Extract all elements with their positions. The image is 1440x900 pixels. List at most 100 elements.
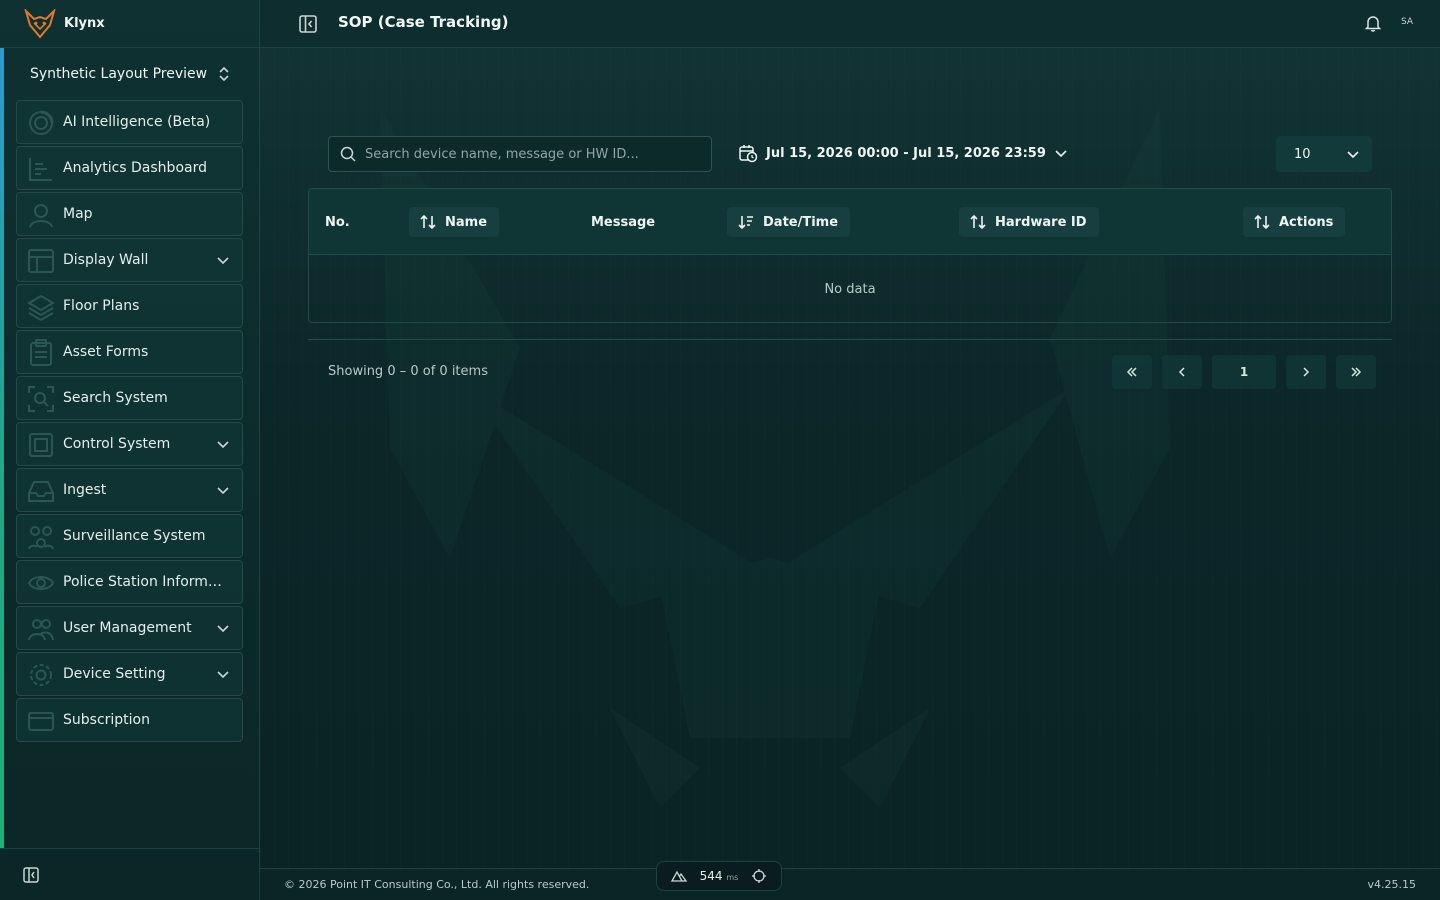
sidebar-item-police-station-informati[interactable]: Police Station Informati... (16, 560, 243, 604)
column-actions-label: Actions (1279, 214, 1334, 230)
sidebar-nav: AI Intelligence (Beta) Analytics Dashboar… (16, 100, 243, 744)
card-icon (28, 712, 54, 731)
crosshair-icon[interactable] (751, 868, 767, 884)
current-page-button[interactable]: 1 (1212, 355, 1276, 389)
table-header: No. Name Message Date/Time Hardware ID A… (309, 189, 1391, 255)
column-datetime-label: Date/Time (763, 214, 839, 230)
sidebar-item-map[interactable]: Map (16, 192, 243, 236)
collapse-sidebar-icon[interactable] (22, 866, 40, 884)
clipboard-icon (30, 339, 52, 366)
sidebar-item-label: Map (63, 206, 93, 222)
column-message: Message (591, 207, 655, 237)
column-no-label: No. (325, 214, 350, 230)
chevrons-right-icon (1351, 367, 1362, 377)
bell-icon[interactable] (1364, 14, 1382, 32)
sidebar-item-label: Surveillance System (63, 528, 206, 544)
chevron-down-icon (217, 487, 229, 495)
sidebar-item-surveillance-system[interactable]: Surveillance System (16, 514, 243, 558)
sidebar-item-label: Subscription (63, 712, 150, 728)
sidebar-item-label: Police Station Informati... (63, 574, 230, 590)
sidebar-item-asset-forms[interactable]: Asset Forms (16, 330, 243, 374)
pagination: 1 (1112, 355, 1386, 389)
chart-icon (29, 158, 52, 181)
page-size-value: 10 (1294, 146, 1311, 162)
column-hardware-id[interactable]: Hardware ID (959, 207, 1099, 237)
sort-icon (970, 214, 986, 230)
user-map-icon (29, 204, 53, 228)
sidebar-item-label: Search System (63, 390, 168, 406)
workspace-label: Synthetic Layout Preview (30, 66, 208, 82)
sidebar-item-label: Asset Forms (63, 344, 149, 360)
sort-icon (1254, 214, 1270, 230)
app-version: v4.25.15 (1367, 878, 1417, 891)
sort-icon (420, 214, 436, 230)
date-range-picker[interactable]: Jul 15, 2026 00:00 - Jul 15, 2026 23:59 (738, 143, 1068, 163)
sidebar-item-label: Analytics Dashboard (63, 160, 207, 176)
last-page-button[interactable] (1336, 355, 1376, 389)
chevron-down-icon (217, 671, 229, 679)
column-actions[interactable]: Actions (1243, 207, 1346, 237)
fox-logo-icon (24, 8, 56, 39)
sidebar-item-label: User Management (63, 620, 192, 636)
chevron-left-icon (1178, 367, 1185, 377)
page-size-select[interactable]: 10 (1276, 136, 1372, 172)
inbox-icon (28, 481, 54, 502)
column-name[interactable]: Name (409, 207, 500, 237)
layers-icon (27, 294, 55, 321)
search-input[interactable] (365, 146, 695, 162)
records-table: No. Name Message Date/Time Hardware ID A… (308, 188, 1392, 323)
ai-icon (29, 110, 54, 135)
topbar: SOP (Case Tracking) SA (260, 0, 1440, 48)
sidebar-item-label: Device Setting (63, 666, 166, 682)
previous-page-button[interactable] (1162, 355, 1202, 389)
column-no: No. (325, 207, 350, 237)
sidebar-item-analytics-dashboard[interactable]: Analytics Dashboard (16, 146, 243, 190)
chevron-down-icon (1055, 150, 1067, 158)
users-icon (28, 619, 54, 641)
first-page-button[interactable] (1112, 355, 1152, 389)
latency-value: 544 (699, 869, 723, 883)
latency-readout: 544 ms (700, 869, 739, 883)
sidebar-item-device-setting[interactable]: Device Setting (16, 652, 243, 696)
column-name-label: Name (445, 214, 488, 230)
sidebar-footer (0, 848, 260, 900)
table-empty-state: No data (824, 281, 876, 297)
chevron-down-icon (217, 441, 229, 449)
sidebar-item-user-management[interactable]: User Management (16, 606, 243, 650)
latency-unit: ms (726, 873, 739, 882)
search-field[interactable] (328, 136, 712, 172)
main-content: Jul 15, 2026 00:00 - Jul 15, 2026 23:59 … (260, 48, 1440, 868)
column-datetime[interactable]: Date/Time (727, 207, 851, 237)
nuxt-logo-icon (671, 870, 688, 882)
network-icon (28, 526, 54, 550)
next-page-button[interactable] (1286, 355, 1326, 389)
chevron-up-down-icon (219, 66, 229, 82)
performance-widget[interactable]: 544 ms (656, 861, 782, 891)
layout-icon (28, 249, 54, 273)
column-hardware-id-label: Hardware ID (995, 214, 1087, 230)
avatar[interactable]: SA (1401, 17, 1413, 27)
sidebar-item-ingest[interactable]: Ingest (16, 468, 243, 512)
sidebar-item-label: Floor Plans (63, 298, 140, 314)
sidebar-item-control-system[interactable]: Control System (16, 422, 243, 466)
sort-descending-icon (738, 216, 753, 230)
brand-name: Klynx (64, 16, 105, 31)
brand[interactable]: Klynx (0, 0, 259, 48)
workspace-switcher[interactable]: Synthetic Layout Preview (4, 48, 259, 100)
chevron-down-icon (1347, 151, 1359, 159)
sidebar-item-subscription[interactable]: Subscription (16, 698, 243, 742)
sidebar-item-display-wall[interactable]: Display Wall (16, 238, 243, 282)
column-message-label: Message (591, 214, 656, 230)
chevron-down-icon (217, 625, 229, 633)
chevrons-left-icon (1126, 367, 1137, 377)
chevron-down-icon (217, 257, 229, 265)
sidebar-item-label: Ingest (63, 482, 107, 498)
date-range-label: Jul 15, 2026 00:00 - Jul 15, 2026 23:59 (766, 145, 1046, 161)
sidebar-item-search-system[interactable]: Search System (16, 376, 243, 420)
copyright: © 2026 Point IT Consulting Co., Ltd. All… (284, 878, 590, 891)
sidebar-toggle-icon[interactable] (298, 14, 318, 34)
sidebar-item-ai-intelligence-beta[interactable]: AI Intelligence (Beta) (16, 100, 243, 144)
sidebar-item-label: Control System (63, 436, 171, 452)
search-icon (340, 146, 356, 162)
sidebar-item-floor-plans[interactable]: Floor Plans (16, 284, 243, 328)
